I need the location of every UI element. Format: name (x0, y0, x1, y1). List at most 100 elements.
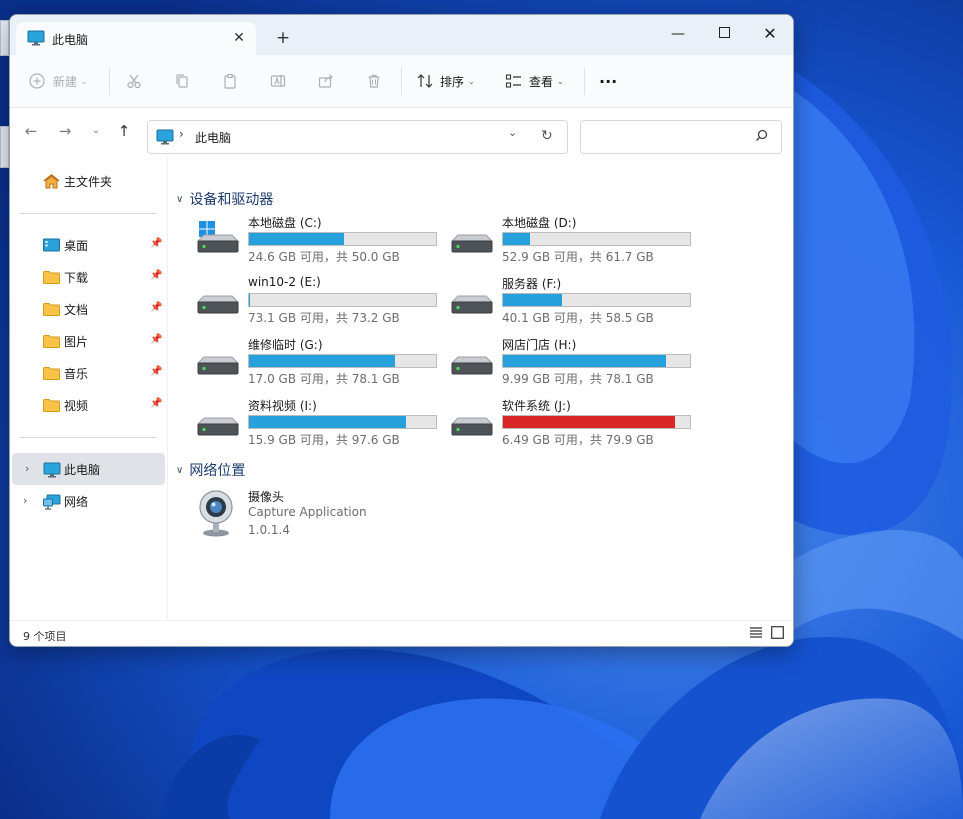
drive-tile[interactable]: 维修临时 (G:) 17.0 GB 可用，共 78.1 GB (176, 333, 437, 391)
drive-free-space: 15.9 GB 可用，共 97.6 GB (248, 433, 400, 447)
view-button[interactable]: 查看 ⌄ (505, 69, 564, 93)
desktop-folder-icon (43, 238, 60, 255)
sidebar-divider (19, 437, 157, 438)
cut-button[interactable] (126, 69, 142, 93)
drive-usage-bar (248, 415, 437, 429)
sort-label: 排序 (440, 74, 465, 89)
maximize-button[interactable] (709, 21, 739, 47)
folder-icon (43, 398, 60, 415)
drive-tile[interactable]: 本地磁盘 (D:) 52.9 GB 可用，共 61.7 GB (430, 211, 691, 269)
close-button[interactable]: ✕ (755, 21, 785, 47)
address-bar[interactable]: › 此电脑 ⌄ ↻ (147, 120, 568, 154)
tab-this-pc[interactable]: 此电脑 ✕ (16, 22, 256, 55)
pin-icon[interactable]: 📌 (150, 238, 162, 249)
drive-tile[interactable]: win10-2 (E:) 73.1 GB 可用，共 73.2 GB (176, 272, 437, 330)
details-view-button[interactable] (749, 626, 763, 642)
sidebar-item-music[interactable]: 音乐 📌 (10, 357, 165, 389)
drive-usage-bar (502, 415, 691, 429)
new-button[interactable]: 新建 ⌄ (29, 69, 88, 93)
pin-icon[interactable]: 📌 (150, 270, 162, 281)
pin-icon[interactable]: 📌 (150, 302, 162, 313)
drive-free-space: 6.49 GB 可用，共 79.9 GB (502, 433, 654, 447)
large-icons-view-button[interactable] (771, 626, 784, 642)
drive-usage-bar (248, 293, 437, 307)
more-options-button[interactable]: ··· (599, 69, 617, 93)
drive-tile[interactable]: 本地磁盘 (C:) 24.6 GB 可用，共 50.0 GB (176, 211, 437, 269)
rename-button[interactable] (270, 69, 286, 93)
folder-icon (43, 334, 60, 351)
drive-tile[interactable]: 软件系统 (J:) 6.49 GB 可用，共 79.9 GB (430, 394, 691, 452)
copy-button[interactable] (174, 69, 190, 93)
drive-usage-fill (249, 233, 344, 245)
sidebar-item-videos[interactable]: 视频 📌 (10, 389, 165, 421)
rename-icon (270, 75, 286, 87)
pin-icon[interactable]: 📌 (150, 334, 162, 345)
folder-icon (43, 302, 60, 319)
chevron-right-icon[interactable]: › (25, 462, 29, 475)
pin-icon[interactable]: 📌 (150, 398, 162, 409)
drive-tile[interactable]: 网店门店 (H:) 9.99 GB 可用，共 78.1 GB (430, 333, 691, 391)
address-dropdown-button[interactable]: ⌄ (508, 126, 517, 139)
home-icon (43, 174, 60, 192)
maximize-icon (718, 27, 730, 38)
search-box[interactable] (580, 120, 782, 154)
sidebar-item-label: 主文件夹 (64, 175, 113, 189)
desktop-icon-fragment (0, 126, 9, 168)
drive-tile[interactable]: 服务器 (F:) 40.1 GB 可用，共 58.5 GB (430, 272, 691, 330)
drive-usage-fill (503, 233, 530, 245)
sidebar-divider (19, 213, 157, 214)
hard-drive-icon (196, 282, 240, 319)
sort-icon (417, 74, 433, 88)
sidebar-item-downloads[interactable]: 下载 📌 (10, 261, 165, 293)
sidebar-item-label: 图片 (64, 335, 89, 349)
sidebar-item-network[interactable]: › 网络 (10, 485, 165, 517)
hard-drive-icon (196, 343, 240, 380)
group-header-network[interactable]: ∨ 网络位置 (176, 460, 245, 480)
sidebar-item-home[interactable]: 主文件夹 (10, 165, 165, 197)
new-tab-button[interactable]: + (272, 27, 294, 49)
monitor-icon (27, 30, 45, 49)
group-header-label: 网络位置 (189, 463, 246, 479)
sort-button[interactable]: 排序 ⌄ (416, 69, 475, 93)
recent-locations-button[interactable]: ⌄ (85, 120, 107, 142)
forward-button[interactable]: → (54, 120, 76, 142)
chevron-down-icon: ⌄ (557, 76, 564, 86)
drive-name: 本地磁盘 (D:) (502, 216, 577, 230)
hard-drive-icon (450, 221, 494, 258)
pin-icon[interactable]: 📌 (150, 366, 162, 377)
sidebar-item-pictures[interactable]: 图片 📌 (10, 325, 165, 357)
group-header-devices[interactable]: ∨ 设备和驱动器 (176, 189, 273, 209)
drive-usage-fill (249, 416, 406, 428)
status-bar: 9 个项目 (10, 620, 793, 646)
minimize-button[interactable]: — (663, 21, 693, 47)
up-button[interactable]: ↑ (113, 120, 135, 142)
toolbar-divider (109, 67, 110, 95)
hard-drive-icon (196, 404, 240, 441)
system-drive-icon (196, 221, 240, 258)
delete-button[interactable] (366, 69, 382, 93)
chevron-down-icon: ∨ (176, 464, 184, 476)
back-button[interactable]: ← (20, 120, 42, 142)
sidebar-item-this-pc[interactable]: › 此电脑 (12, 453, 165, 485)
refresh-icon[interactable]: ↻ (541, 128, 553, 144)
drive-free-space: 17.0 GB 可用，共 78.1 GB (248, 372, 400, 386)
drive-free-space: 24.6 GB 可用，共 50.0 GB (248, 250, 400, 264)
sidebar-item-label: 视频 (64, 399, 89, 413)
drive-free-space: 9.99 GB 可用，共 78.1 GB (502, 372, 654, 386)
network-item-subtitle: Capture Application (248, 505, 367, 519)
drive-tile[interactable]: 资料视频 (I:) 15.9 GB 可用，共 97.6 GB (176, 394, 437, 452)
drive-usage-bar (502, 293, 691, 307)
network-item-camera[interactable]: 摄像头 Capture Application 1.0.1.4 (176, 485, 426, 545)
drive-name: win10-2 (E:) (248, 275, 321, 289)
drive-usage-bar (502, 232, 691, 246)
clipboard-icon (224, 73, 236, 89)
close-tab-button[interactable]: ✕ (228, 27, 250, 49)
plus-circle-icon (29, 73, 45, 89)
trash-icon (368, 74, 380, 88)
sidebar-item-desktop[interactable]: 桌面 📌 (10, 229, 165, 261)
chevron-right-icon[interactable]: › (23, 494, 27, 507)
address-location: 此电脑 (195, 131, 232, 145)
sidebar-item-documents[interactable]: 文档 📌 (10, 293, 165, 325)
share-button[interactable] (318, 69, 334, 93)
paste-button[interactable] (222, 69, 238, 93)
